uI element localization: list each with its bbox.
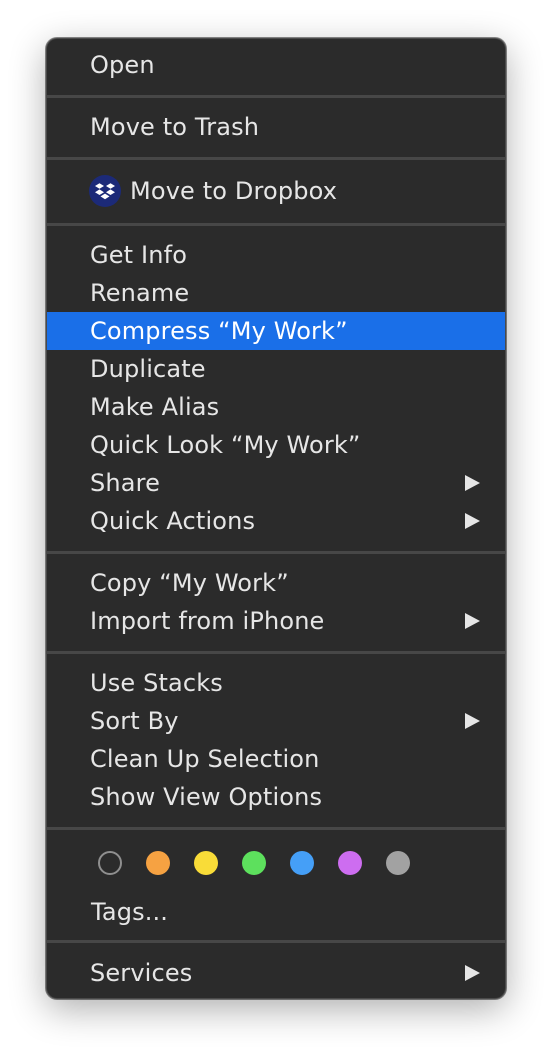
menu-item-rename[interactable]: Rename	[47, 274, 505, 312]
tag-gray-dot[interactable]	[386, 851, 410, 875]
menu-item-sort-by[interactable]: Sort By	[47, 702, 505, 740]
menu-item-move-to-trash-label: Move to Trash	[90, 113, 260, 141]
menu-item-copy[interactable]: Copy “My Work”	[47, 564, 505, 602]
tag-purple-dot[interactable]	[338, 851, 362, 875]
menu-item-quick-actions[interactable]: Quick Actions	[47, 502, 505, 540]
menu-item-move-to-dropbox[interactable]: Move to Dropbox	[47, 172, 505, 210]
context-menu: Open Move to Trash Move to Dropbox Get I…	[46, 38, 506, 999]
menu-item-get-info-label: Get Info	[90, 241, 188, 269]
dropbox-icon	[89, 175, 121, 207]
tag-orange-dot[interactable]	[146, 851, 170, 875]
menu-item-services[interactable]: Services	[47, 954, 505, 992]
menu-item-copy-label: Copy “My Work”	[90, 569, 289, 597]
menu-item-make-alias-label: Make Alias	[90, 393, 220, 421]
menu-separator	[47, 940, 505, 943]
menu-item-compress-label: Compress “My Work”	[90, 317, 348, 345]
menu-separator	[47, 95, 505, 98]
menu-item-share-label: Share	[90, 469, 161, 497]
tag-green-dot[interactable]	[242, 851, 266, 875]
submenu-arrow-icon	[465, 475, 480, 491]
menu-separator	[47, 827, 505, 830]
menu-item-sort-by-label: Sort By	[90, 707, 179, 735]
menu-item-open-label: Open	[90, 51, 155, 79]
menu-item-import-from-iphone[interactable]: Import from iPhone	[47, 602, 505, 640]
menu-item-open[interactable]: Open	[47, 46, 505, 84]
menu-item-use-stacks[interactable]: Use Stacks	[47, 664, 505, 702]
menu-item-share[interactable]: Share	[47, 464, 505, 502]
menu-item-move-to-trash[interactable]: Move to Trash	[47, 108, 505, 146]
menu-separator	[47, 157, 505, 160]
menu-item-use-stacks-label: Use Stacks	[90, 669, 223, 697]
menu-item-tags-label: Tags...	[91, 898, 169, 926]
menu-item-duplicate-label: Duplicate	[90, 355, 206, 383]
menu-item-tags[interactable]: Tags...	[47, 893, 505, 931]
menu-separator	[47, 551, 505, 554]
tag-none-dot[interactable]	[98, 851, 122, 875]
menu-item-compress[interactable]: Compress “My Work”	[47, 312, 505, 350]
tag-yellow-dot[interactable]	[194, 851, 218, 875]
menu-item-make-alias[interactable]: Make Alias	[47, 388, 505, 426]
menu-item-services-label: Services	[90, 959, 193, 987]
menu-item-clean-up-selection[interactable]: Clean Up Selection	[47, 740, 505, 778]
menu-item-rename-label: Rename	[90, 279, 190, 307]
menu-item-duplicate[interactable]: Duplicate	[47, 350, 505, 388]
submenu-arrow-icon	[465, 513, 480, 529]
menu-separator	[47, 651, 505, 654]
menu-separator	[47, 223, 505, 226]
menu-item-clean-up-selection-label: Clean Up Selection	[90, 745, 320, 773]
menu-item-move-to-dropbox-label: Move to Dropbox	[130, 177, 338, 205]
submenu-arrow-icon	[465, 713, 480, 729]
menu-item-show-view-options[interactable]: Show View Options	[47, 778, 505, 816]
menu-item-show-view-options-label: Show View Options	[90, 783, 323, 811]
menu-item-quick-actions-label: Quick Actions	[90, 507, 256, 535]
menu-item-quick-look-label: Quick Look “My Work”	[90, 431, 361, 459]
menu-item-get-info[interactable]: Get Info	[47, 236, 505, 274]
tag-blue-dot[interactable]	[290, 851, 314, 875]
menu-item-import-from-iphone-label: Import from iPhone	[90, 607, 325, 635]
submenu-arrow-icon	[465, 965, 480, 981]
submenu-arrow-icon	[465, 613, 480, 629]
menu-item-quick-look[interactable]: Quick Look “My Work”	[47, 426, 505, 464]
